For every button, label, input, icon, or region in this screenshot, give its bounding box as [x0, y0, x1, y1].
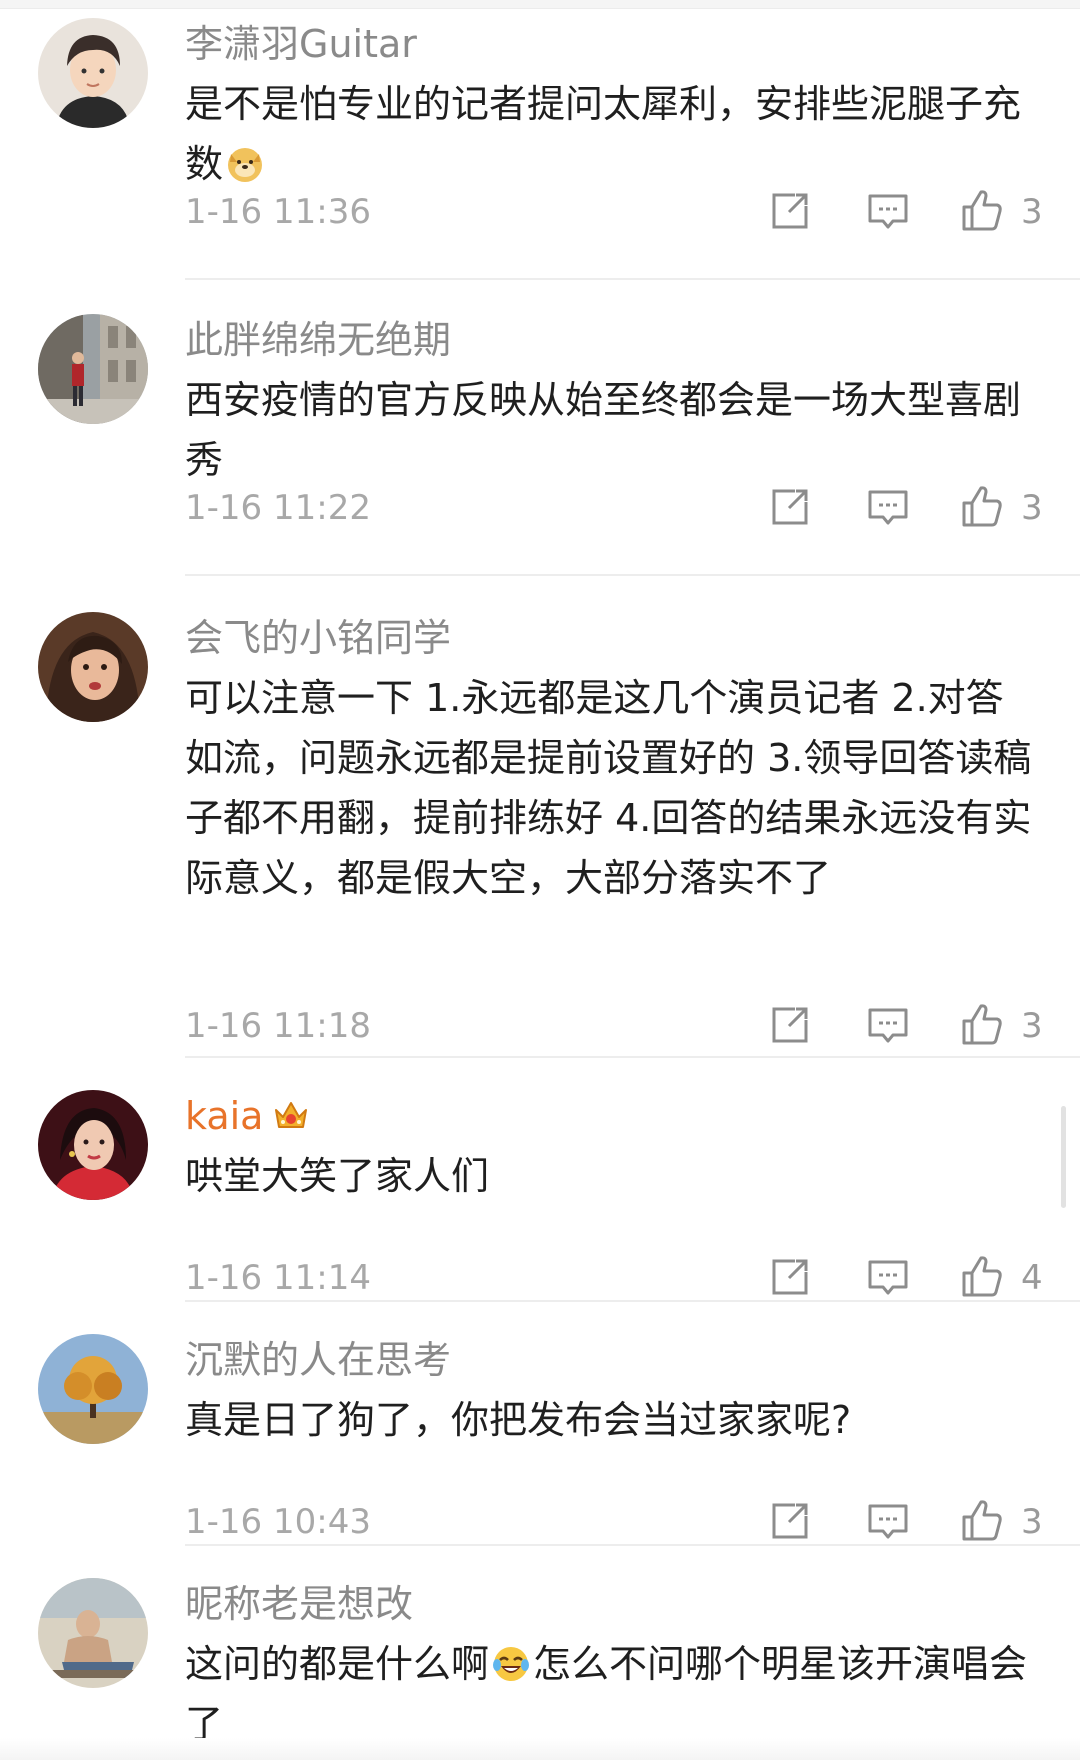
like-count: 3	[1021, 488, 1043, 528]
share-icon[interactable]	[765, 186, 815, 236]
username[interactable]: 此胖绵绵无绝期	[185, 312, 1040, 368]
comment-item: 昵称老是想改 这问的都是什么啊 怎么不问哪个明星该开演唱会了	[0, 1566, 1080, 1760]
bottom-edge	[0, 1738, 1080, 1760]
scrollbar[interactable]	[1061, 1106, 1066, 1208]
comment-text: 是不是怕专业的记者提问太犀利，安排些泥腿子充数	[185, 74, 1040, 194]
username-text: kaia	[185, 1094, 264, 1138]
username[interactable]: 昵称老是想改	[185, 1576, 1040, 1632]
comment-text-part: 这问的都是什么啊	[185, 1642, 490, 1686]
comment-text: 这问的都是什么啊 怎么不问哪个明星该开演唱会了	[185, 1634, 1040, 1754]
laughing-tears-emoji-icon	[491, 1641, 531, 1681]
username[interactable]: 李潇羽Guitar	[185, 16, 1040, 72]
comment-meta: 1-16 11:36 3	[185, 182, 1045, 242]
avatar[interactable]	[38, 18, 148, 128]
like-count: 3	[1021, 1502, 1043, 1542]
share-icon[interactable]	[765, 1000, 815, 1050]
avatar[interactable]	[38, 1334, 148, 1444]
timestamp: 1-16 11:14	[185, 1258, 371, 1298]
divider	[185, 278, 1080, 280]
comment-meta: 1-16 11:22 3	[185, 478, 1045, 538]
share-icon[interactable]	[765, 1496, 815, 1546]
comment-text-part: 是不是怕专业的记者提问太犀利，安排些泥腿子充数	[185, 82, 1022, 186]
comment-icon[interactable]	[863, 1496, 913, 1546]
comment-meta: 1-16 11:14 4	[185, 1248, 1045, 1308]
divider	[185, 1056, 1080, 1058]
comment-item: 会飞的小铭同学 可以注意一下 1.永远都是这几个演员记者 2.对答如流，问题永远…	[0, 600, 1080, 1080]
thumbs-up-icon[interactable]	[957, 1496, 1007, 1546]
comment-icon[interactable]	[863, 482, 913, 532]
share-icon[interactable]	[765, 482, 815, 532]
comment-item: 李潇羽Guitar 是不是怕专业的记者提问太犀利，安排些泥腿子充数 1-16 1…	[0, 6, 1080, 280]
username[interactable]: 沉默的人在思考	[185, 1332, 1040, 1388]
like-count: 3	[1021, 192, 1043, 232]
divider	[185, 1544, 1080, 1546]
avatar[interactable]	[38, 612, 148, 722]
comment-item: kaia 哄堂大笑了家人们 1-16 11:14 4	[0, 1078, 1080, 1348]
comment-text: 哄堂大笑了家人们	[185, 1154, 490, 1198]
comment-icon[interactable]	[863, 1000, 913, 1050]
username[interactable]: 会飞的小铭同学	[185, 610, 1040, 666]
comment-meta: 1-16 11:18 3	[185, 996, 1045, 1056]
divider	[185, 574, 1080, 576]
comment-icon[interactable]	[863, 186, 913, 236]
avatar[interactable]	[38, 1090, 148, 1200]
timestamp: 1-16 11:36	[185, 192, 371, 232]
like-count: 4	[1021, 1258, 1043, 1298]
comment-item: 此胖绵绵无绝期 西安疫情的官方反映从始至终都会是一场大型喜剧秀 1-16 11:…	[0, 302, 1080, 576]
avatar[interactable]	[38, 314, 148, 424]
thumbs-up-icon[interactable]	[957, 1252, 1007, 1302]
like-count: 3	[1021, 1006, 1043, 1046]
doge-emoji-icon	[225, 141, 265, 182]
thumbs-up-icon[interactable]	[957, 1000, 1007, 1050]
timestamp: 1-16 10:43	[185, 1502, 371, 1542]
thumbs-up-icon[interactable]	[957, 186, 1007, 236]
comment-text: 可以注意一下 1.永远都是这几个演员记者 2.对答如流，问题永远都是提前设置好的…	[185, 676, 1032, 900]
share-icon[interactable]	[765, 1252, 815, 1302]
timestamp: 1-16 11:18	[185, 1006, 371, 1046]
comment-feed: 李潇羽Guitar 是不是怕专业的记者提问太犀利，安排些泥腿子充数 1-16 1…	[0, 0, 1080, 1760]
comment-text: 真是日了狗了，你把发布会当过家家呢?	[185, 1398, 852, 1442]
comment-icon[interactable]	[863, 1252, 913, 1302]
comment-item: 沉默的人在思考 真是日了狗了，你把发布会当过家家呢? 1-16 10:43 3	[0, 1322, 1080, 1568]
thumbs-up-icon[interactable]	[957, 482, 1007, 532]
username[interactable]: kaia	[185, 1088, 1040, 1144]
divider	[185, 1300, 1080, 1302]
comment-text: 西安疫情的官方反映从始至终都会是一场大型喜剧秀	[185, 378, 1022, 482]
comment-meta: 1-16 10:43 3	[185, 1492, 1045, 1552]
crown-badge-icon	[271, 1094, 311, 1134]
timestamp: 1-16 11:22	[185, 488, 371, 528]
avatar[interactable]	[38, 1578, 148, 1688]
